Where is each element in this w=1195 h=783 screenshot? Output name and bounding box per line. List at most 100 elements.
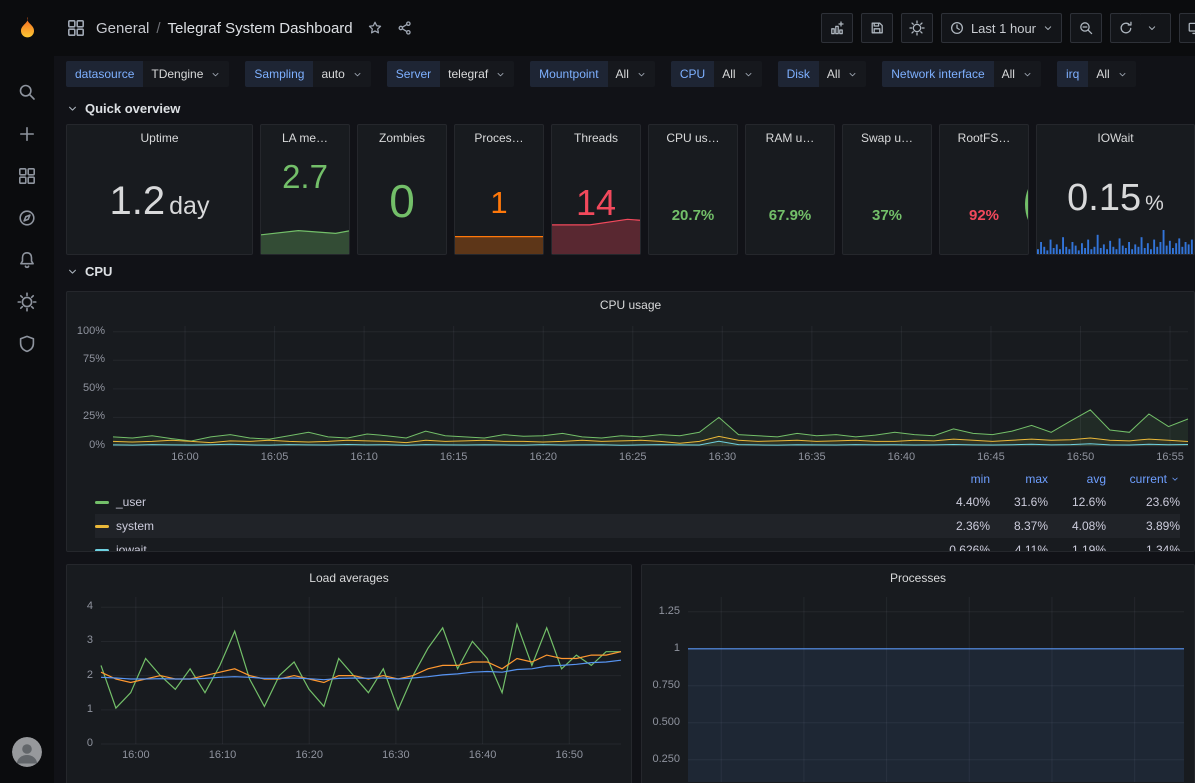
variable-label: Network interface bbox=[882, 61, 993, 87]
gauge bbox=[940, 151, 1028, 254]
cpu-usage-legend: minmaxavg current _user4.40%31.6%12.6%23.6… bbox=[67, 468, 1194, 551]
grafana-logo[interactable] bbox=[0, 0, 54, 56]
stat-value-unit: % bbox=[1145, 193, 1164, 214]
panel-title[interactable]: Zombies bbox=[358, 125, 446, 151]
panel-title[interactable]: RAM u… bbox=[746, 125, 834, 151]
stat-value-number: 1 bbox=[490, 187, 507, 218]
stat-body: 0 bbox=[358, 151, 446, 254]
breadcrumb-section[interactable]: General bbox=[96, 20, 149, 37]
stat-body: 2.7 bbox=[261, 151, 349, 254]
variable-label: Server bbox=[387, 61, 440, 87]
sidebar-item-cog[interactable] bbox=[15, 290, 39, 314]
legend-sort-max[interactable]: max bbox=[990, 472, 1048, 486]
variable-label: Sampling bbox=[245, 61, 313, 87]
dashboard-content: Quick overview Uptime1.2dayLA me…2.7Zomb… bbox=[54, 92, 1195, 783]
panel-title[interactable]: Load averages bbox=[67, 565, 631, 591]
sidebar-item-compass[interactable] bbox=[15, 206, 39, 230]
variable-label: Mountpoint bbox=[530, 61, 607, 87]
load-averages-chart[interactable]: 4321016:0016:1016:2016:3016:4016:50 bbox=[67, 591, 631, 768]
panel-title[interactable]: Swap u… bbox=[843, 125, 931, 151]
variable-value: All bbox=[616, 67, 629, 81]
variable-value-dropdown[interactable]: telegraf bbox=[440, 61, 514, 87]
avatar-icon bbox=[12, 737, 42, 767]
sidebar-item-shield[interactable] bbox=[15, 332, 39, 356]
legend-value: 1.19% bbox=[1048, 543, 1106, 551]
add-panel-button[interactable] bbox=[821, 13, 853, 43]
panel-title[interactable]: Uptime bbox=[67, 125, 252, 151]
legend-sort-avg[interactable]: avg bbox=[1048, 472, 1106, 486]
stat-value-number: 0 bbox=[389, 178, 415, 224]
share-icon[interactable] bbox=[397, 20, 413, 36]
dashboard-settings-button[interactable] bbox=[901, 13, 933, 43]
stat-value-unit: day bbox=[169, 194, 209, 219]
load_averages-plot bbox=[67, 591, 631, 768]
legend-sort-current[interactable]: current bbox=[1106, 472, 1180, 486]
panel-rootfs-usage: RootFS…92% bbox=[939, 124, 1029, 255]
panel-title[interactable]: RootFS… bbox=[940, 125, 1028, 151]
panel-title[interactable]: Proces… bbox=[455, 125, 543, 151]
caret-down-icon bbox=[1117, 69, 1128, 80]
variable-value-dropdown[interactable]: All bbox=[1088, 61, 1135, 87]
legend-header-row: minmaxavg current bbox=[95, 468, 1180, 490]
variable-value-dropdown[interactable]: All bbox=[819, 61, 866, 87]
panel-ram-usage: RAM u…67.9% bbox=[745, 124, 835, 255]
time-range-label: Last 1 hour bbox=[971, 21, 1036, 36]
variable-value-dropdown[interactable]: All bbox=[608, 61, 655, 87]
zoom-out-button[interactable] bbox=[1070, 13, 1102, 43]
panel-title[interactable]: CPU usage bbox=[67, 292, 1194, 318]
panel-title[interactable]: LA me… bbox=[261, 125, 349, 151]
save-dashboard-button[interactable] bbox=[861, 13, 893, 43]
time-picker-button[interactable]: Last 1 hour bbox=[941, 13, 1062, 43]
variable-datasource: datasourceTDengine bbox=[66, 61, 229, 87]
legend-series-toggle[interactable]: _user bbox=[95, 495, 932, 509]
sparkline bbox=[552, 206, 640, 254]
legend-value: 12.6% bbox=[1048, 495, 1106, 509]
legend-series-name: _user bbox=[116, 495, 146, 509]
variable-value-dropdown[interactable]: TDengine bbox=[143, 61, 229, 87]
kiosk-mode-button[interactable] bbox=[1179, 13, 1195, 43]
sidebar-item-search[interactable] bbox=[15, 80, 39, 104]
variable-value: All bbox=[827, 67, 840, 81]
cpu-usage-chart[interactable]: 100%75%50%25%0%16:0016:0516:1016:1516:20… bbox=[67, 318, 1194, 468]
panel-title[interactable]: Processes bbox=[642, 565, 1194, 591]
caret-down-icon bbox=[636, 69, 647, 80]
sidebar-item-bell[interactable] bbox=[15, 248, 39, 272]
legend-series-toggle[interactable]: iowait bbox=[95, 543, 932, 551]
legend-value: 1.34% bbox=[1106, 543, 1180, 551]
bottom-row: Load averages 4321016:0016:1016:2016:301… bbox=[66, 564, 1195, 783]
refresh-interval-dropdown[interactable] bbox=[1141, 13, 1171, 43]
legend-sort-min[interactable]: min bbox=[932, 472, 990, 486]
stat-row: Uptime1.2dayLA me…2.7Zombies0Proces…1Thr… bbox=[66, 124, 1195, 255]
variable-label: CPU bbox=[671, 61, 714, 87]
caret-down-icon bbox=[210, 69, 221, 80]
legend-column-label: current bbox=[1130, 472, 1167, 486]
gauge bbox=[843, 151, 931, 254]
processes-chart[interactable]: 1.2510.7500.5000.250 bbox=[642, 591, 1194, 783]
variable-value-dropdown[interactable]: All bbox=[994, 61, 1041, 87]
legend-value: 4.08% bbox=[1048, 519, 1106, 533]
sidebar-item-apps[interactable] bbox=[15, 164, 39, 188]
legend-series-toggle[interactable]: system bbox=[95, 519, 932, 533]
sync-icon bbox=[1118, 20, 1134, 36]
panel-title[interactable]: IOWait bbox=[1037, 125, 1194, 151]
variable-value-dropdown[interactable]: auto bbox=[313, 61, 370, 87]
variable-label: datasource bbox=[66, 61, 143, 87]
sidebar-item-plus[interactable] bbox=[15, 122, 39, 146]
save-icon bbox=[869, 20, 885, 36]
sidebar-menu bbox=[15, 80, 39, 356]
panel-threads: Threads14 bbox=[551, 124, 641, 255]
variable-value: All bbox=[1096, 67, 1109, 81]
star-icon[interactable] bbox=[367, 20, 383, 36]
refresh-button[interactable] bbox=[1110, 13, 1142, 43]
panel-title[interactable]: Threads bbox=[552, 125, 640, 151]
row-cpu[interactable]: CPU bbox=[66, 257, 1195, 285]
user-avatar[interactable] bbox=[12, 737, 42, 767]
stat-value: 0.15% bbox=[1067, 179, 1164, 227]
chevron-down-icon bbox=[66, 265, 79, 278]
panel-title[interactable]: CPU us… bbox=[649, 125, 737, 151]
monitor-icon bbox=[1187, 20, 1195, 36]
row-quick-overview[interactable]: Quick overview bbox=[66, 94, 1195, 122]
row-title: CPU bbox=[85, 264, 112, 279]
legend-row: _user4.40%31.6%12.6%23.6% bbox=[95, 490, 1180, 514]
variable-value-dropdown[interactable]: All bbox=[714, 61, 761, 87]
